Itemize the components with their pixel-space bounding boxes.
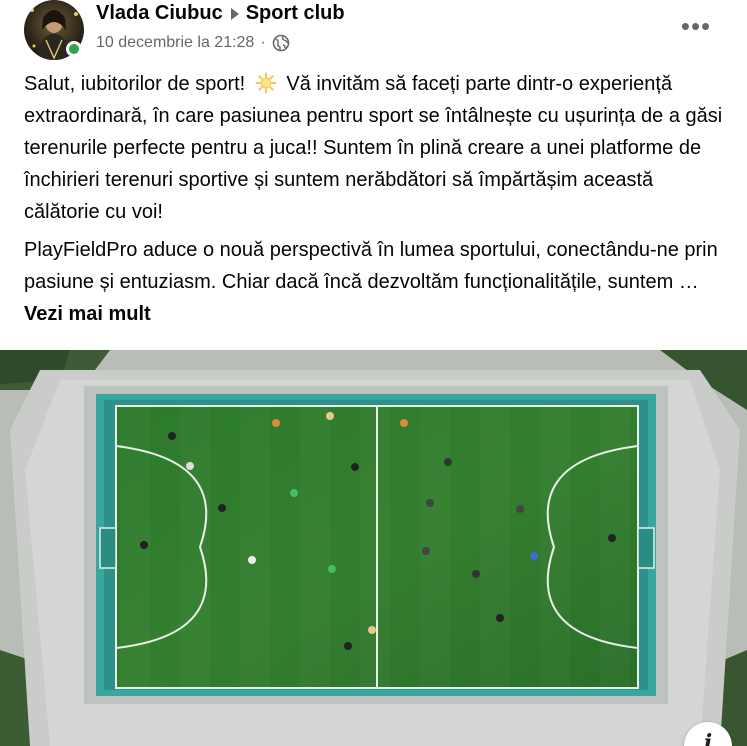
post-meta: 10 decembrie la 21:28 · [96, 34, 290, 52]
info-icon: i [703, 730, 713, 746]
post-photo[interactable] [0, 350, 747, 746]
facebook-post: Vlada Ciubuc Sport club 10 decembrie la … [0, 0, 747, 746]
author-name[interactable]: Vlada Ciubuc [96, 2, 223, 25]
sun-icon [255, 72, 277, 94]
post-paragraph-2: PlayFieldPro aduce o nouă perspectivă în… [24, 234, 724, 330]
paragraph-2-body: PlayFieldPro aduce o nouă perspectivă în… [24, 239, 718, 293]
post-paragraph-1: Salut, iubitorilor de sport! Vă invităm … [24, 68, 724, 228]
post-timestamp[interactable]: 10 decembrie la 21:28 [96, 34, 254, 52]
arrow-right-icon [230, 7, 239, 20]
post-body: Salut, iubitorilor de sport! Vă invităm … [24, 68, 724, 330]
more-options-button[interactable]: ••• [676, 8, 716, 44]
more-options-icon: ••• [680, 10, 712, 41]
football-pitch-image [0, 350, 747, 746]
see-more-link[interactable]: Vezi mai mult [24, 303, 151, 325]
post-title: Vlada Ciubuc Sport club [96, 2, 345, 25]
online-status-dot [66, 41, 82, 57]
group-name[interactable]: Sport club [246, 2, 345, 25]
paragraph-1-intro: Salut, iubitorilor de sport! [24, 73, 246, 95]
globe-icon[interactable] [272, 34, 290, 52]
paragraph-1-body: Vă invităm să faceți parte dintr-o exper… [24, 73, 723, 223]
post-header: Vlada Ciubuc Sport club 10 decembrie la … [0, 0, 747, 62]
meta-separator: · [260, 34, 266, 51]
